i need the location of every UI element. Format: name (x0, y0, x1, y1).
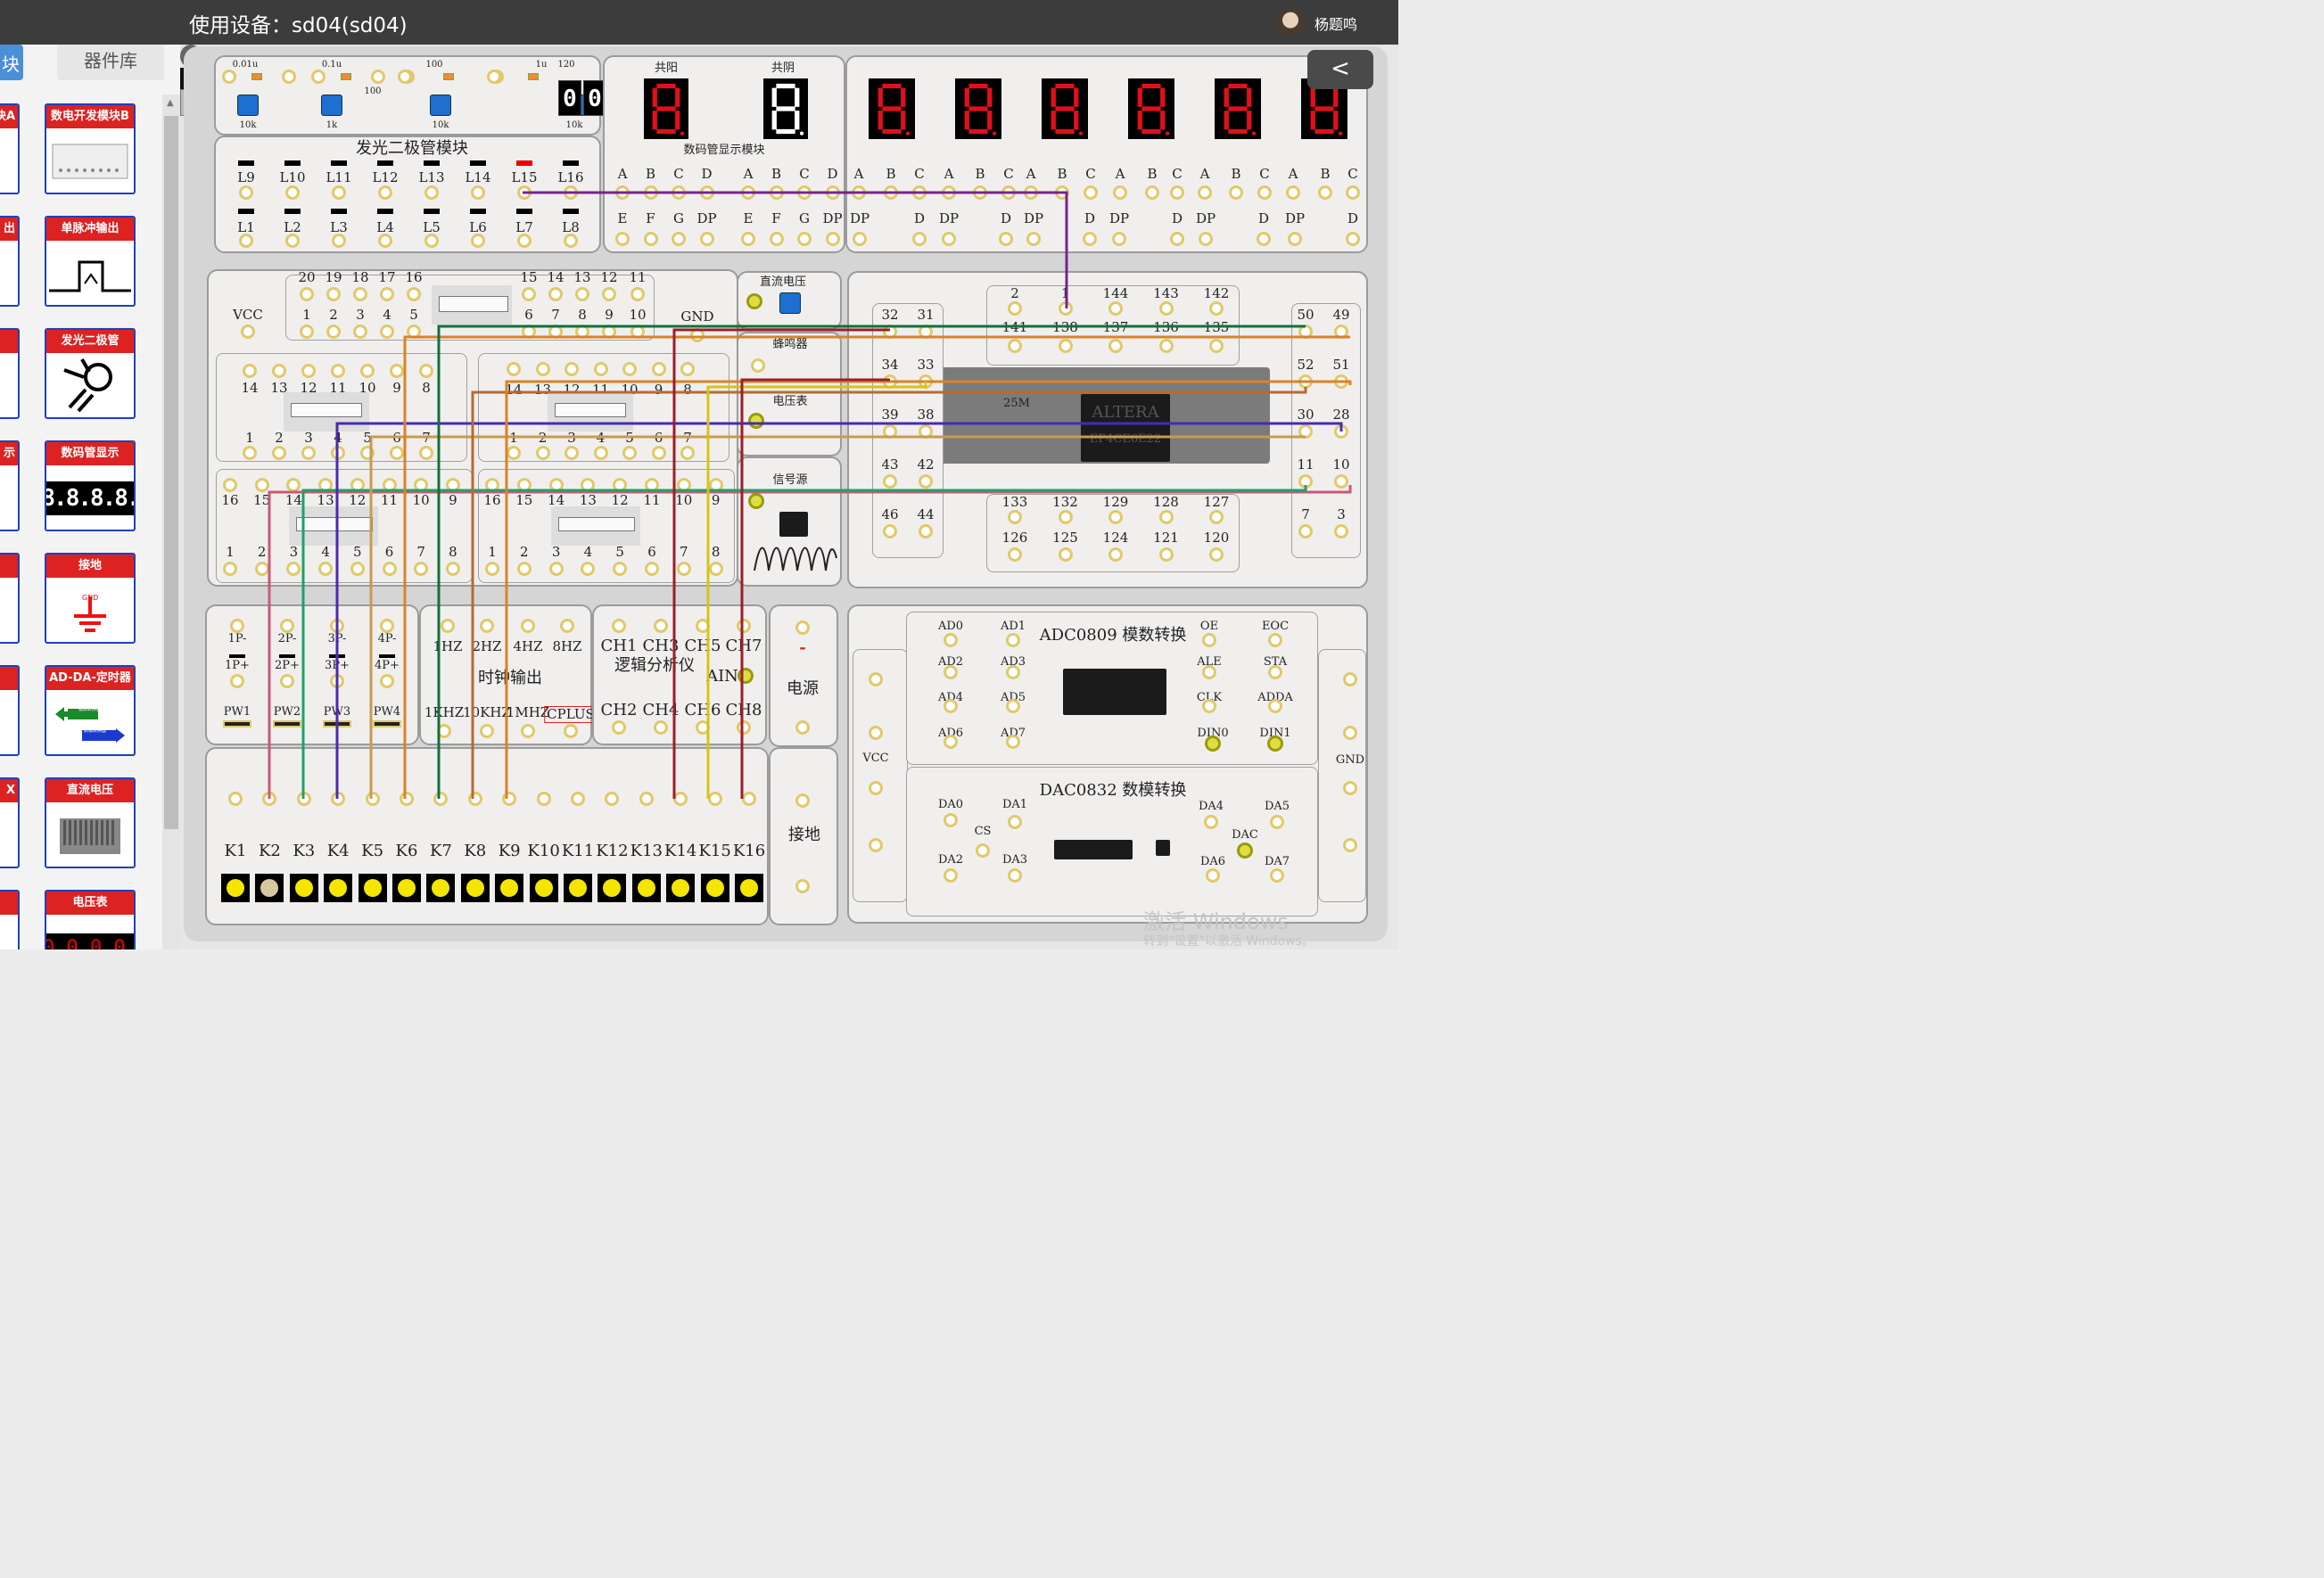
partial-card-label: 出 (0, 218, 18, 241)
app-window: { "header": {"title": "使用设备：sd04(sd04)",… (0, 0, 1398, 949)
ground-icon: GND (46, 579, 134, 642)
module-card-voltmeter[interactable]: 电压表 0.0.0.0. (45, 890, 136, 949)
module-card-label: 发光二极管 (46, 330, 134, 353)
module-card-label: 电压表 (46, 892, 134, 915)
windows-watermark-sub: 转到"设置"以激活 Windows。 (1143, 934, 1314, 949)
wire-connections (268, 191, 1352, 799)
module-card-led-diode[interactable]: 发光二极管 (45, 328, 136, 419)
card-voltmeter-digits: 0.0.0.0. (46, 933, 134, 949)
ad-da-icon: 模拟转换器数模转换器 (46, 692, 134, 754)
module-card-pulse[interactable]: 单脉冲输出 (45, 216, 136, 307)
module-card-seven-segment[interactable]: 数码管显示 8.8.8.8. (45, 440, 136, 531)
partial-module-card[interactable]: 出 (0, 216, 20, 307)
component-sidebar: 块 器件库 ▲ 块A 出示 X 数电开发模块B 单脉冲输出发光二极管数码管显示 8.8.8… (0, 45, 180, 949)
partial-card-label: 示 (0, 442, 18, 465)
partial-card-label: X (0, 779, 18, 802)
partial-module-card[interactable]: 示 (0, 440, 20, 531)
pulse-icon (46, 242, 134, 305)
scrollbar-thumb[interactable] (164, 116, 178, 829)
module-card-ground[interactable]: 接地 GND (45, 553, 136, 644)
partial-module-card[interactable] (0, 890, 20, 949)
card-digits: 8.8.8.8. (46, 481, 134, 515)
wire[interactable] (505, 380, 1352, 799)
module-card-label: 接地 (46, 555, 134, 578)
module-card-label: 直流电压 (46, 779, 134, 802)
wire[interactable] (268, 485, 1352, 799)
module-card-label: 单脉冲输出 (46, 218, 134, 241)
sidebar-scrollbar[interactable]: ▲ (162, 95, 180, 949)
partial-card-label (0, 555, 18, 578)
windows-watermark: 激活 Windows (1143, 909, 1289, 934)
voltmeter-icon: 0.0.0.0. (46, 916, 134, 949)
tab-modules[interactable]: 块 (0, 45, 23, 80)
top-bar: 使用设备：sd04(sd04) 杨题鸣 (0, 0, 1398, 45)
ad-text: 模拟转换器 (78, 707, 102, 712)
ground-text: GND (82, 594, 99, 602)
wire[interactable] (335, 422, 1343, 799)
tab-component-library[interactable]: 器件库 (57, 45, 164, 80)
collapse-button[interactable]: < (1307, 50, 1373, 89)
dc-supply-icon (46, 804, 134, 867)
partial-card-label (0, 892, 18, 915)
module-card-ad-da[interactable]: AD-DA-定时器模拟转换器数模转换器 (45, 665, 136, 756)
partial-module-card[interactable] (0, 665, 20, 756)
partial-card-label (0, 667, 18, 690)
partial-card-label: 块A (0, 105, 18, 128)
module-card-dc-supply[interactable]: 直流电压 (45, 777, 136, 868)
wire[interactable] (471, 387, 1307, 799)
module-card-label: 数码管显示 (46, 442, 134, 465)
wire[interactable] (523, 191, 1068, 308)
experiment-board: 0.01u0.1u1001u12010k1k10k10k100004021发光二… (180, 45, 1398, 949)
module-card-label: 数电开发模块B (46, 105, 134, 128)
seven-segment-icon: 8.8.8.8. (46, 467, 134, 530)
user-name[interactable]: 杨题鸣 (1314, 12, 1357, 34)
wire[interactable] (672, 328, 890, 799)
module-card-label: AD-DA-定时器 (46, 667, 134, 690)
partial-module-card[interactable] (0, 328, 20, 419)
scroll-up-icon[interactable]: ▲ (167, 98, 174, 108)
module-card-dev-board[interactable]: 数电开发模块B (45, 103, 136, 194)
partial-module-card[interactable] (0, 553, 20, 644)
da-text: 数模转换器 (84, 728, 107, 734)
partial-module-card[interactable]: 块A (0, 103, 20, 194)
partial-module-card[interactable]: X (0, 777, 20, 868)
user-avatar[interactable] (1277, 9, 1304, 36)
device-title: 使用设备：sd04(sd04) (189, 14, 408, 37)
wire[interactable] (301, 485, 1307, 799)
wire[interactable] (740, 378, 890, 799)
wire[interactable] (437, 325, 1306, 799)
wire[interactable] (403, 335, 1350, 799)
partial-card-label (0, 330, 18, 353)
dev-board-icon (46, 130, 134, 193)
led-diode-icon (46, 355, 134, 417)
